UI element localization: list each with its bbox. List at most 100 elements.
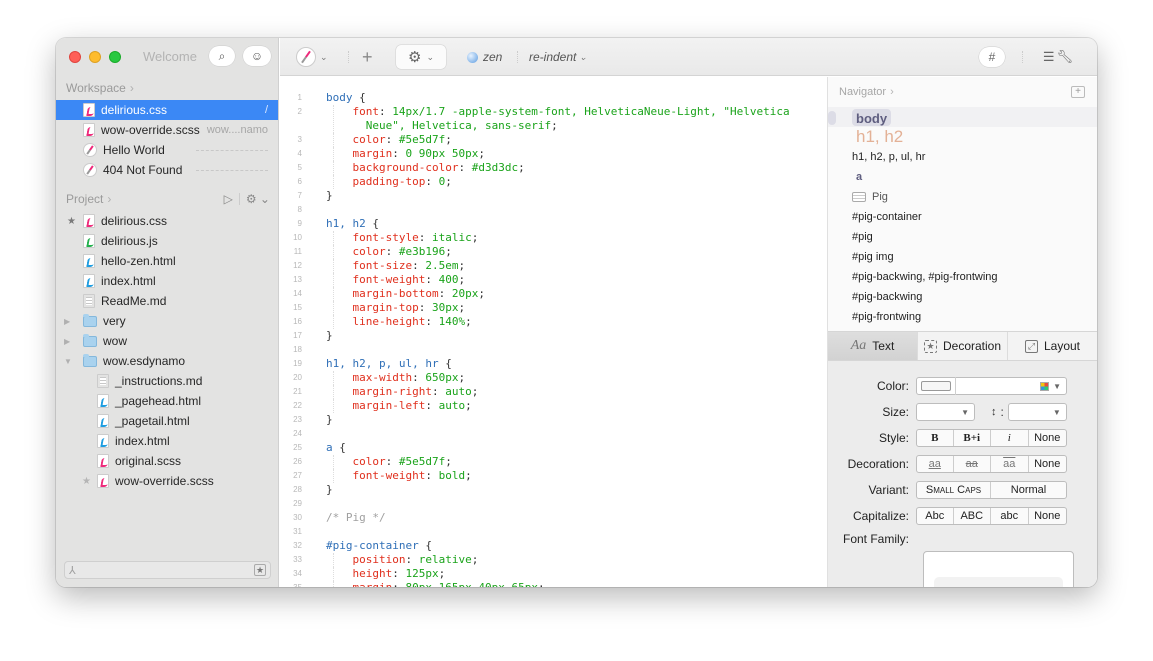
code-editor[interactable]: 1 body {2 font: 14px/1.7 -apple-system-fo…: [280, 77, 827, 587]
color-picker[interactable]: ▼: [916, 377, 1067, 395]
decoration-none-button[interactable]: None: [1029, 456, 1066, 472]
line-height-select[interactable]: ▼: [1007, 403, 1067, 421]
navigator-item[interactable]: #pig: [828, 227, 1097, 247]
navigator-item[interactable]: a: [828, 167, 1097, 187]
uppercase-button[interactable]: ABC: [954, 508, 992, 524]
inspector-toggle-button[interactable]: ☰ 🔧︎: [1043, 47, 1073, 67]
file-item[interactable]: index.html: [56, 271, 278, 291]
workspace-list: delirious.css / wow-override.scss wow....na…: [56, 100, 278, 180]
navigator-item[interactable]: #pig img: [828, 247, 1097, 267]
palette-icon[interactable]: [1040, 382, 1049, 391]
cloud-button[interactable]: ☺: [243, 46, 271, 66]
token-punc: ;: [445, 455, 452, 468]
file-item[interactable]: hello-zen.html: [56, 251, 278, 271]
tab-decoration[interactable]: ★ Decoration: [918, 332, 1008, 360]
code-line: 17}: [280, 329, 827, 343]
navigator-item[interactable]: #pig-backwing: [828, 287, 1097, 307]
tab-layout[interactable]: ⤢ Layout: [1008, 332, 1097, 360]
small-caps-button[interactable]: Small Caps: [917, 482, 992, 498]
navigator-item[interactable]: Pig: [828, 187, 1097, 207]
disclosure-open-icon[interactable]: ▼: [64, 357, 72, 366]
starred-filter-icon[interactable]: ★: [254, 564, 266, 576]
caret-down-icon[interactable]: ▼: [1053, 382, 1061, 391]
navigator-item[interactable]: h1, h2, p, ul, hr: [828, 147, 1097, 167]
filter-input[interactable]: ⅄ ★: [64, 561, 271, 579]
file-item[interactable]: delirious.js: [56, 231, 278, 251]
bold-button[interactable]: B: [917, 430, 954, 446]
add-folder-icon[interactable]: +: [1071, 86, 1085, 98]
minimize-window-button[interactable]: [89, 51, 101, 63]
search-button[interactable]: ⌕: [209, 46, 235, 66]
code-line: 5 background-color: #d3d3dc;: [280, 161, 827, 175]
html-file-icon: [97, 414, 109, 428]
underline-button[interactable]: aa: [917, 456, 954, 472]
font-family-list[interactable]: [923, 551, 1074, 587]
navigator-item[interactable]: #pig-frontwing: [828, 307, 1097, 327]
reindent-button[interactable]: re-indent ⌄: [529, 47, 587, 67]
token-punc: ;: [445, 133, 452, 146]
workspace-item[interactable]: wow-override.scss wow....namo: [56, 120, 278, 140]
navigator-item[interactable]: body: [828, 107, 1097, 127]
workspace-header[interactable]: Workspace ›: [56, 76, 278, 100]
navigator-item-label: #pig-backwing, #pig-frontwing: [852, 271, 998, 283]
item-label: _pagehead.html: [115, 394, 202, 408]
gear-icon: ⚙︎: [408, 49, 422, 66]
normal-variant-button[interactable]: Normal: [991, 482, 1066, 498]
workspace-item[interactable]: Hello World: [56, 140, 278, 160]
navigator-item[interactable]: #pig-backwing, #pig-frontwing: [828, 267, 1097, 287]
file-item[interactable]: ReadMe.md: [56, 291, 278, 311]
chevron-down-icon: ⌄: [579, 51, 587, 62]
workspace-item[interactable]: 404 Not Found: [56, 160, 278, 180]
navigator-item[interactable]: h1, h2: [828, 127, 1097, 147]
zen-button[interactable]: zen: [467, 47, 502, 67]
file-item[interactable]: ★ wow-override.scss: [56, 471, 278, 491]
file-item[interactable]: original.scss: [56, 451, 278, 471]
close-window-button[interactable]: [69, 51, 81, 63]
file-item[interactable]: _pagetail.html: [56, 411, 278, 431]
token-punc: ;: [465, 399, 472, 412]
strikethrough-button[interactable]: aa: [954, 456, 992, 472]
font-size-select[interactable]: ▼: [916, 403, 975, 421]
disclosure-closed-icon[interactable]: ▶: [64, 317, 70, 326]
navigator-item[interactable]: #pig-container: [828, 207, 1097, 227]
line-number: 11: [293, 247, 302, 256]
gear-menu-button[interactable]: ⚙︎ ⌄: [396, 45, 446, 69]
zoom-window-button[interactable]: [109, 51, 121, 63]
file-item[interactable]: ★ delirious.css: [56, 211, 278, 231]
run-icon[interactable]: ▷: [224, 192, 233, 206]
settings-menu-icon[interactable]: ⚙︎ ⌄: [246, 192, 270, 206]
resize-icon: ⤢: [1024, 339, 1038, 353]
workspace-item[interactable]: delirious.css /: [56, 100, 278, 120]
navigator-item-label: #pig-frontwing: [852, 311, 922, 323]
bold-italic-button[interactable]: B+i: [954, 430, 992, 446]
color-swatch[interactable]: [921, 381, 951, 391]
star-icon[interactable]: ★: [67, 216, 76, 227]
file-item[interactable]: index.html: [56, 431, 278, 451]
token-punc: :: [378, 105, 393, 118]
folder-item[interactable]: ▼ wow.esdynamo: [56, 351, 278, 371]
disclosure-closed-icon[interactable]: ▶: [64, 337, 70, 346]
overline-button[interactable]: aa: [991, 456, 1029, 472]
divider: [955, 377, 956, 395]
tab-text[interactable]: Aa Text: [828, 332, 918, 360]
lowercase-button[interactable]: abc: [991, 508, 1029, 524]
file-item[interactable]: _pagehead.html: [56, 391, 278, 411]
navigator-header[interactable]: Navigator › +: [828, 77, 1097, 107]
italic-button[interactable]: i: [991, 430, 1029, 446]
style-none-button[interactable]: None: [1029, 430, 1066, 446]
preview-menu-button[interactable]: ⌄: [296, 47, 328, 67]
folder-item[interactable]: ▶ wow: [56, 331, 278, 351]
add-button[interactable]: +: [362, 47, 373, 67]
folder-item[interactable]: ▶ very: [56, 311, 278, 331]
line-number: 1: [297, 93, 302, 102]
star-icon[interactable]: ★: [82, 476, 91, 487]
project-header[interactable]: Project › ▷ ⚙︎ ⌄: [56, 187, 278, 211]
capitalize-none-button[interactable]: None: [1029, 508, 1066, 524]
file-item[interactable]: _instructions.md: [56, 371, 278, 391]
token-prop: font: [326, 105, 379, 118]
token-prop: font-size: [326, 259, 413, 272]
code-text: font-weight: 400;: [326, 273, 465, 287]
workspace-label: Workspace: [66, 81, 126, 95]
capitalize-button[interactable]: Abc: [917, 508, 954, 524]
symbols-button[interactable]: #: [979, 47, 1005, 67]
